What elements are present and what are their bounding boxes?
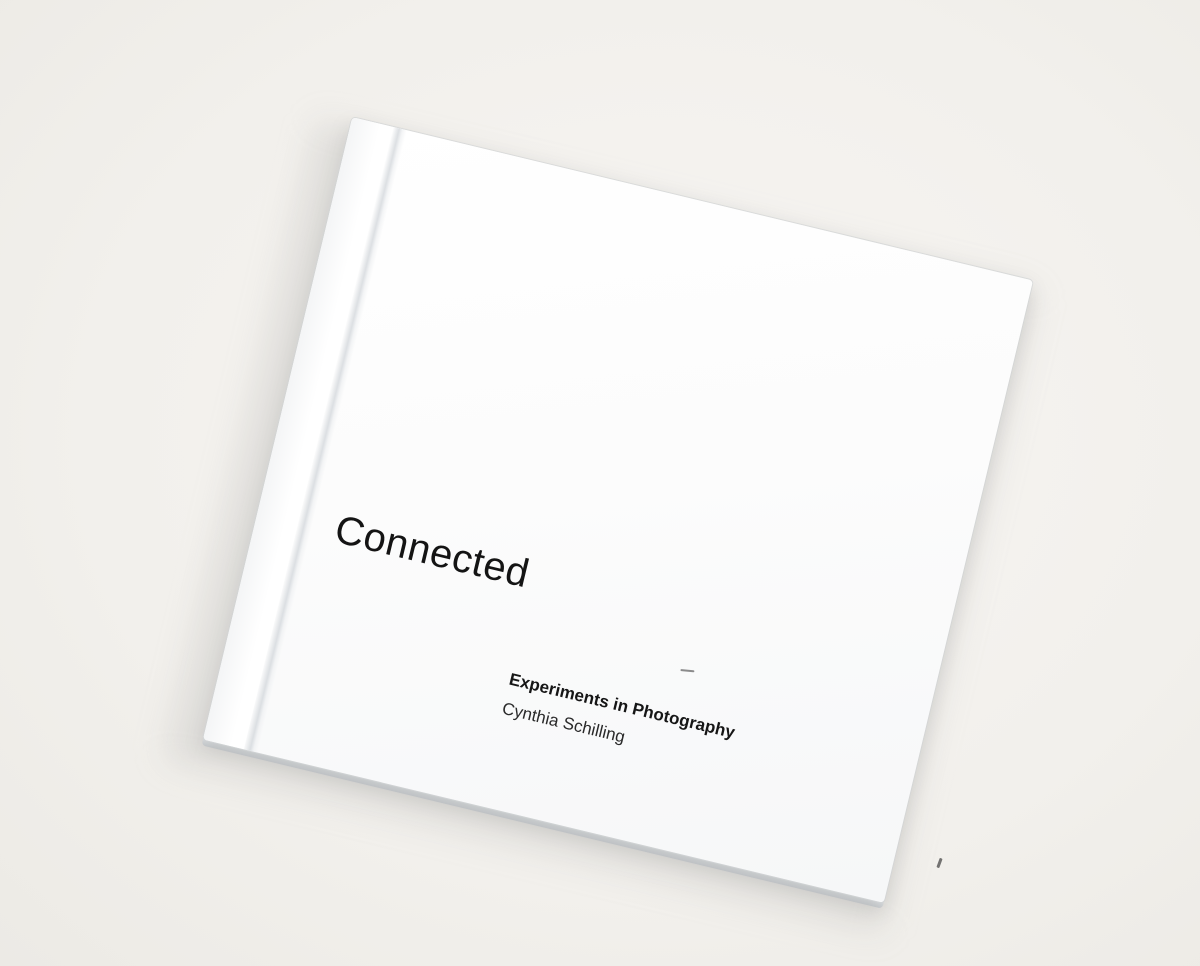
tabletop-scene: Connected Experiments in Photography Cyn…: [0, 0, 1200, 966]
book-title: Connected: [330, 507, 534, 597]
cover-speck: [680, 668, 695, 673]
table-speck: [936, 857, 943, 869]
book: Connected Experiments in Photography Cyn…: [162, 117, 1037, 934]
